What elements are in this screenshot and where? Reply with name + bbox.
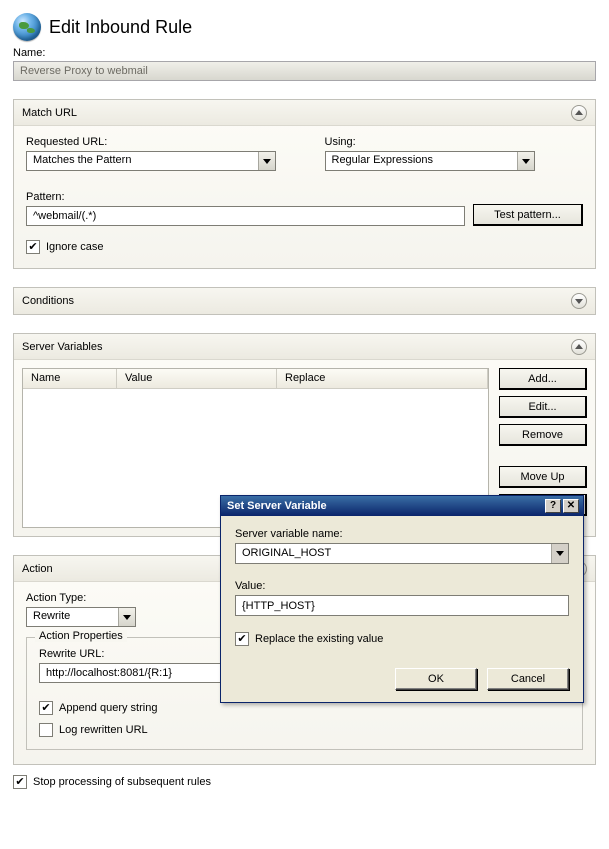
globe-icon bbox=[13, 13, 41, 41]
using-dropdown[interactable]: Regular Expressions bbox=[325, 151, 535, 171]
col-name[interactable]: Name bbox=[23, 369, 117, 389]
action-type-dropdown[interactable]: Rewrite bbox=[26, 607, 136, 627]
conditions-title: Conditions bbox=[22, 295, 74, 307]
dialog-title: Set Server Variable bbox=[227, 500, 327, 512]
server-variables-title: Server Variables bbox=[22, 341, 103, 353]
append-query-label: Append query string bbox=[59, 702, 157, 714]
col-replace[interactable]: Replace bbox=[277, 369, 488, 389]
test-pattern-button[interactable]: Test pattern... bbox=[473, 204, 583, 226]
action-properties-legend: Action Properties bbox=[35, 630, 127, 642]
pattern-input[interactable] bbox=[26, 206, 465, 226]
using-label: Using: bbox=[325, 136, 584, 148]
replace-existing-checkbox[interactable]: ✔ bbox=[235, 632, 249, 646]
stop-processing-checkbox[interactable]: ✔ bbox=[13, 775, 27, 789]
collapse-button[interactable] bbox=[571, 339, 587, 355]
remove-button[interactable]: Remove bbox=[499, 424, 587, 446]
append-query-checkbox[interactable]: ✔ bbox=[39, 701, 53, 715]
cancel-button[interactable]: Cancel bbox=[487, 668, 569, 690]
page-title: Edit Inbound Rule bbox=[49, 17, 192, 38]
server-variable-value-input[interactable] bbox=[235, 595, 569, 616]
log-rewritten-label: Log rewritten URL bbox=[59, 724, 148, 736]
match-url-panel: Match URL Requested URL: Matches the Pat… bbox=[13, 99, 596, 269]
action-title: Action bbox=[22, 563, 53, 575]
match-url-title: Match URL bbox=[22, 107, 77, 119]
name-label: Name: bbox=[13, 47, 596, 59]
edit-button[interactable]: Edit... bbox=[499, 396, 587, 418]
chevron-down-icon bbox=[551, 544, 568, 563]
server-variable-name-label: Server variable name: bbox=[235, 528, 569, 540]
replace-existing-label: Replace the existing value bbox=[255, 633, 383, 645]
ignore-case-label: Ignore case bbox=[46, 241, 103, 253]
ignore-case-checkbox[interactable]: ✔ bbox=[26, 240, 40, 254]
chevron-down-icon bbox=[258, 152, 275, 170]
chevron-down-icon bbox=[517, 152, 534, 170]
collapse-button[interactable] bbox=[571, 105, 587, 121]
conditions-panel: Conditions bbox=[13, 287, 596, 315]
requested-url-label: Requested URL: bbox=[26, 136, 285, 148]
col-value[interactable]: Value bbox=[117, 369, 277, 389]
close-button[interactable]: ✕ bbox=[563, 499, 579, 513]
set-server-variable-dialog: Set Server Variable ? ✕ Server variable … bbox=[220, 495, 584, 703]
log-rewritten-checkbox[interactable] bbox=[39, 723, 53, 737]
requested-url-dropdown[interactable]: Matches the Pattern bbox=[26, 151, 276, 171]
ok-button[interactable]: OK bbox=[395, 668, 477, 690]
expand-button[interactable] bbox=[571, 293, 587, 309]
stop-processing-label: Stop processing of subsequent rules bbox=[33, 776, 211, 788]
server-variable-value-label: Value: bbox=[235, 580, 569, 592]
chevron-down-icon bbox=[118, 608, 135, 626]
server-variable-name-dropdown[interactable]: ORIGINAL_HOST bbox=[235, 543, 569, 564]
rule-name-input[interactable] bbox=[13, 61, 596, 81]
pattern-label: Pattern: bbox=[26, 191, 465, 203]
move-up-button[interactable]: Move Up bbox=[499, 466, 587, 488]
help-button[interactable]: ? bbox=[545, 499, 561, 513]
add-button[interactable]: Add... bbox=[499, 368, 587, 390]
